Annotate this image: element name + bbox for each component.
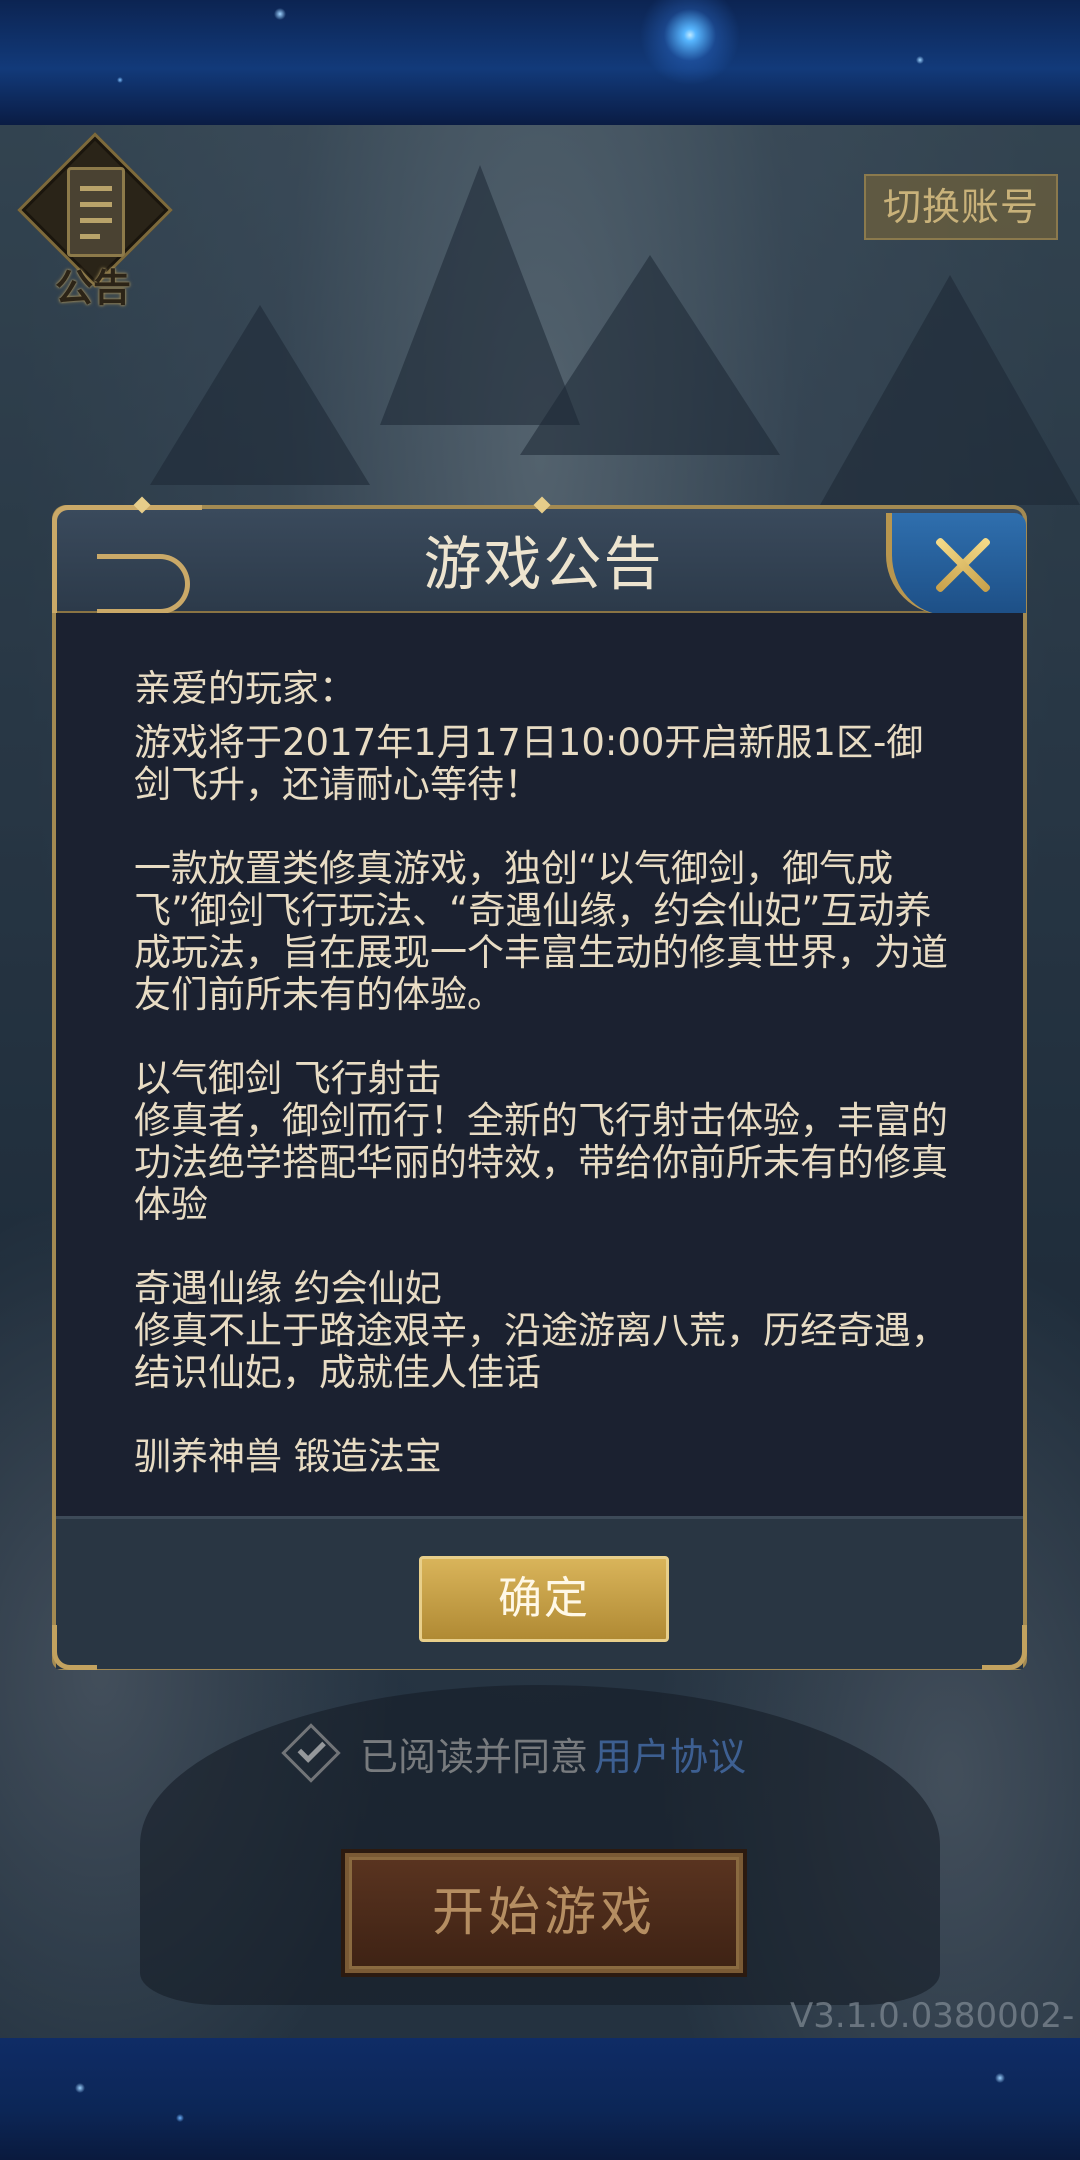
announcement-paragraph: 游戏将于2017年1月17日10:00开启新服1区-御剑飞升，还请耐心等待！ <box>134 721 924 806</box>
version-label: V3.1.0.0380002- <box>790 1996 1075 2036</box>
dialog-body: 亲爱的玩家： 游戏将于2017年1月17日10:00开启新服1区-御剑飞升，还请… <box>52 613 1027 1670</box>
agree-text: 已阅读并同意 <box>360 1734 589 1779</box>
notice-label: 公告 <box>54 265 131 310</box>
announcement-paragraph: 修真者，御剑而行！全新的飞行射击体验，丰富的功法绝学搭配华丽的特效，带给你前所未… <box>134 1099 948 1226</box>
agreement-row: 已阅读并同意 用户协议 <box>281 1723 746 1783</box>
announcement-paragraph: 一款放置类修真游戏，独创“以气御剑，御气成飞”御剑飞行玩法、“奇遇仙缘，约会仙妃… <box>134 847 948 1016</box>
confirm-button[interactable]: 确定 <box>419 1556 669 1642</box>
feature-heading: 以气御剑 飞行射击 <box>134 1057 442 1100</box>
switch-account-button[interactable]: 切换账号 <box>864 174 1058 240</box>
agree-checkbox[interactable] <box>281 1723 341 1783</box>
close-icon <box>932 535 992 595</box>
starfield-bottom-band <box>0 2038 1080 2160</box>
user-agreement-link[interactable]: 用户协议 <box>594 1726 746 1781</box>
ornament-corner-icon <box>982 1625 1027 1670</box>
close-button[interactable] <box>886 513 1026 615</box>
notice-button[interactable]: 公告 <box>17 132 173 310</box>
dialog-footer: 确定 <box>56 1516 1023 1669</box>
ornament-corner-icon <box>52 1625 97 1670</box>
feature-heading: 奇遇仙缘 约会仙妃 <box>134 1267 442 1310</box>
dialog-header: 游戏公告 <box>52 496 1027 615</box>
feature-heading: 驯养神兽 锻造法宝 <box>134 1435 442 1478</box>
start-game-button[interactable]: 开始游戏 <box>345 1853 743 1973</box>
announcement-paragraph: 修真不止于路途艰辛，沿途游离八荒，历经奇遇，结识仙妃，成就佳人佳话 <box>134 1309 948 1394</box>
dialog-title: 游戏公告 <box>423 530 664 598</box>
greeting-text: 亲爱的玩家： <box>134 668 356 710</box>
starfield-top-band <box>0 0 1080 125</box>
announcement-content[interactable]: 亲爱的玩家： 游戏将于2017年1月17日10:00开启新服1区-御剑飞升，还请… <box>134 668 954 1508</box>
scroll-icon <box>67 167 125 257</box>
announcement-dialog: 游戏公告 亲爱的玩家： 游戏将于2017年1月17日10:00开启新服1区-御剑… <box>52 496 1027 1670</box>
